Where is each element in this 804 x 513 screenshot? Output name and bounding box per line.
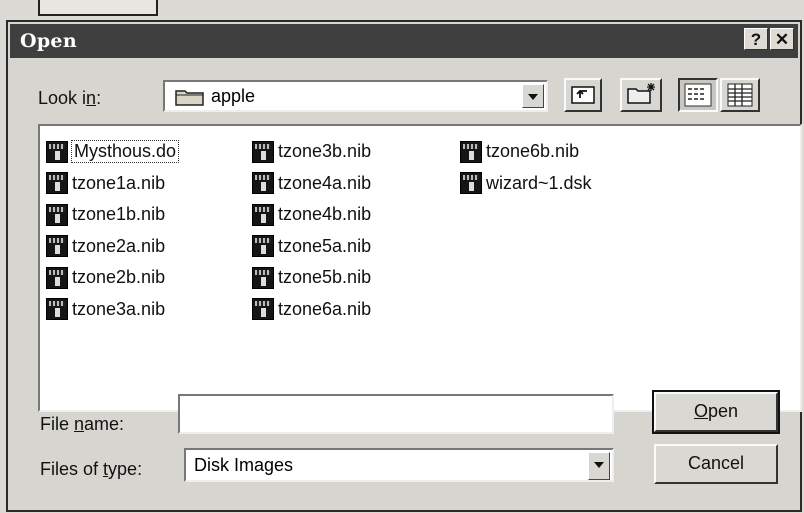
disk-image-file-icon xyxy=(46,266,68,289)
list-view-icon xyxy=(684,83,712,107)
up-folder-icon xyxy=(571,86,595,104)
disk-image-file-icon xyxy=(252,172,274,195)
disk-image-file-icon xyxy=(460,172,482,195)
disk-image-file-icon xyxy=(460,140,482,163)
background-window-edge xyxy=(38,0,158,16)
disk-image-file-icon xyxy=(46,235,68,258)
open-dialog: Open ? ✕ Look in: apple Mysthous.do tzon… xyxy=(6,20,802,512)
open-button[interactable]: Open xyxy=(652,390,780,434)
list-item[interactable]: tzone1a.nib xyxy=(46,168,178,200)
new-folder-icon xyxy=(627,83,655,104)
open-button-label: Open xyxy=(693,401,739,421)
list-item[interactable]: tzone4a.nib xyxy=(252,168,371,200)
disk-image-file-icon xyxy=(46,140,68,163)
disk-image-file-icon xyxy=(252,203,274,226)
list-item[interactable]: tzone3a.nib xyxy=(46,294,178,326)
close-button[interactable]: ✕ xyxy=(770,28,794,50)
cancel-button[interactable]: Cancel xyxy=(654,444,778,484)
disk-image-file-icon xyxy=(252,235,274,258)
look-in-dropdown[interactable]: apple xyxy=(163,80,548,112)
file-column-1: Mysthous.do tzone1a.nib tzone1b.nib tzon… xyxy=(46,136,180,326)
dialog-title: Open xyxy=(20,30,77,52)
disk-image-file-icon xyxy=(46,172,68,195)
list-item[interactable]: wizard~1.dsk xyxy=(460,168,592,200)
disk-image-file-icon xyxy=(46,298,68,321)
file-column-3: tzone6b.nib wizard~1.dsk xyxy=(460,136,592,199)
files-of-type-dropdown[interactable]: Disk Images xyxy=(184,448,614,482)
look-in-value: apple xyxy=(211,86,256,106)
list-view-button[interactable] xyxy=(678,78,718,112)
file-column-2: tzone3b.nib tzone4a.nib tzone4b.nib tzon… xyxy=(252,136,371,325)
list-item[interactable]: tzone5a.nib xyxy=(252,231,371,263)
file-name-input[interactable] xyxy=(178,394,614,434)
list-item[interactable]: Mysthous.do xyxy=(46,136,180,168)
disk-image-file-icon xyxy=(46,203,68,226)
files-of-type-label: Files of type: xyxy=(40,459,143,479)
details-view-button[interactable] xyxy=(720,78,760,112)
title-bar: Open ? ✕ xyxy=(10,24,798,58)
list-item[interactable]: tzone3b.nib xyxy=(252,136,371,168)
list-item[interactable]: tzone1b.nib xyxy=(46,199,178,231)
help-button[interactable]: ? xyxy=(744,28,768,50)
list-item[interactable]: tzone6b.nib xyxy=(460,136,592,168)
files-of-type-value: Disk Images xyxy=(194,455,294,475)
look-in-label: Look in: xyxy=(38,88,102,108)
details-view-icon xyxy=(727,83,753,107)
create-new-folder-button[interactable] xyxy=(620,78,662,112)
look-in-dropdown-arrow[interactable] xyxy=(522,84,544,108)
list-item[interactable]: tzone2b.nib xyxy=(46,262,178,294)
disk-image-file-icon xyxy=(252,298,274,321)
up-one-level-button[interactable] xyxy=(564,78,602,112)
folder-icon xyxy=(175,90,204,106)
list-item[interactable]: tzone6a.nib xyxy=(252,294,371,326)
list-item[interactable]: tzone2a.nib xyxy=(46,231,178,263)
disk-image-file-icon xyxy=(252,266,274,289)
files-of-type-dropdown-arrow[interactable] xyxy=(588,452,610,480)
disk-image-file-icon xyxy=(252,140,274,163)
file-list[interactable]: Mysthous.do tzone1a.nib tzone1b.nib tzon… xyxy=(38,124,802,412)
file-name-label: File name: xyxy=(40,414,125,434)
list-item[interactable]: tzone5b.nib xyxy=(252,262,371,294)
list-item[interactable]: tzone4b.nib xyxy=(252,199,371,231)
